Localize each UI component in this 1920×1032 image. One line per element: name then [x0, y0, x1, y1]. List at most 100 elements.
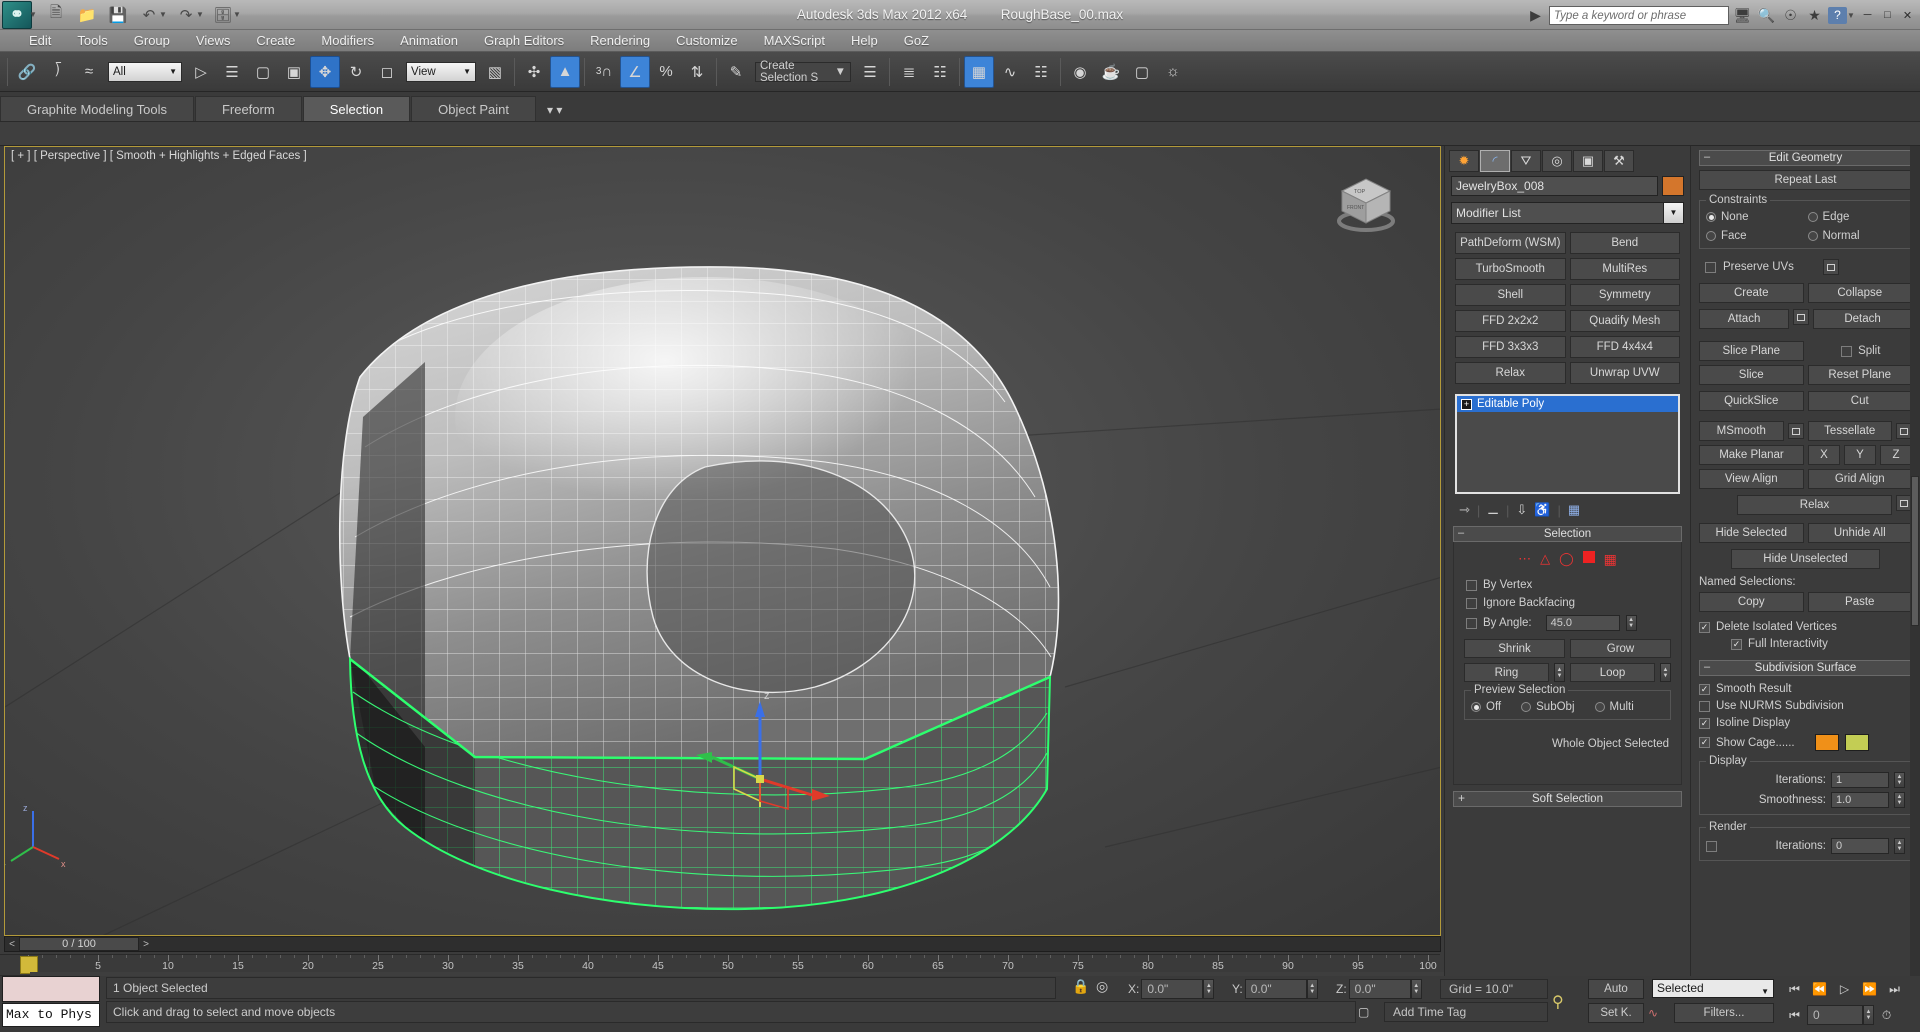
y-value[interactable]: 0.0": [1244, 979, 1307, 999]
z-value[interactable]: 0.0": [1348, 979, 1411, 999]
delete-isolated-vertices-checkbox[interactable]: ✓: [1699, 621, 1710, 633]
constraint-normal-option[interactable]: Normal: [1807, 230, 1906, 242]
expand-plus-icon[interactable]: +: [1458, 792, 1465, 805]
vertex-icon[interactable]: ⋯: [1518, 551, 1531, 568]
percent-snap-toggle-icon[interactable]: %: [651, 56, 681, 88]
time-tag-icon[interactable]: ▢: [1358, 1002, 1380, 1022]
utilities-tab[interactable]: ⚒: [1604, 150, 1634, 172]
ring-spinner[interactable]: ▲ ▼: [1554, 663, 1565, 682]
play-animation-icon[interactable]: ▷: [1832, 977, 1857, 1001]
menu-item-maxscript[interactable]: MAXScript: [751, 30, 838, 52]
modifier-stack-list[interactable]: + Editable Poly: [1455, 394, 1680, 494]
rendered-frame-window-icon[interactable]: ▢: [1127, 56, 1157, 88]
select-and-link-icon[interactable]: 🔗: [12, 56, 42, 88]
object-color-swatch[interactable]: [1662, 176, 1684, 196]
isoline-display-checkbox[interactable]: ✓: [1699, 717, 1710, 729]
ignore-backfacing-row[interactable]: Ignore Backfacing: [1460, 594, 1675, 612]
go-to-start-icon[interactable]: ⏮: [1782, 977, 1807, 1001]
select-and-move-icon[interactable]: ✥: [310, 55, 340, 88]
render-iterations-value[interactable]: 0: [1831, 838, 1889, 854]
menu-item-graph-editors[interactable]: Graph Editors: [471, 30, 577, 52]
select-and-scale-icon[interactable]: ◻: [372, 56, 402, 88]
display-iterations-spinner[interactable]: ▲ ▼: [1894, 772, 1905, 788]
key-mode-toggle-icon[interactable]: ⚲: [1552, 982, 1580, 1022]
view-cube[interactable]: TOP FRONT: [1328, 169, 1404, 235]
ribbon-tab-object-paint[interactable]: Object Paint: [411, 96, 536, 121]
align-icon[interactable]: ≣: [894, 56, 924, 88]
spinner-snap-toggle-icon[interactable]: ⇅: [682, 56, 712, 88]
detach-button[interactable]: Detach: [1813, 309, 1912, 329]
constraint-face-radio[interactable]: [1706, 231, 1716, 241]
preview-multi-radio[interactable]: [1594, 702, 1605, 712]
expand-plus-icon[interactable]: +: [1461, 398, 1472, 410]
new-file-icon[interactable]: 🗎: [43, 3, 69, 27]
create-tab[interactable]: ✹: [1449, 150, 1479, 172]
customize-qat-icon[interactable]: ▼: [233, 10, 242, 19]
attach-settings-icon[interactable]: [1793, 309, 1810, 325]
display-smoothness-spinner[interactable]: ▲ ▼: [1894, 792, 1905, 808]
layer-manager-icon[interactable]: ☷: [925, 56, 955, 88]
shrink-button[interactable]: Shrink: [1464, 639, 1565, 658]
curve-editor-icon[interactable]: ∿: [995, 56, 1025, 88]
smooth-result-checkbox[interactable]: ✓: [1699, 683, 1710, 695]
menu-item-rendering[interactable]: Rendering: [577, 30, 663, 52]
make-planar-button[interactable]: Make Planar: [1699, 445, 1804, 465]
ribbon-tab-graphite-modeling-tools[interactable]: Graphite Modeling Tools: [0, 96, 194, 121]
create-button[interactable]: Create: [1699, 283, 1804, 303]
maxscript-mini-listener[interactable]: [2, 976, 100, 1002]
show-cage-checkbox[interactable]: ✓: [1699, 737, 1710, 748]
z-spinner[interactable]: ▲ ▼: [1410, 979, 1422, 999]
motion-tab[interactable]: ◎: [1542, 150, 1572, 172]
command-panel-scrollbar[interactable]: [1910, 146, 1920, 976]
help-icon[interactable]: ?: [1828, 6, 1847, 24]
app-menu-caret-icon[interactable]: ▼: [29, 10, 38, 19]
by-angle-checkbox[interactable]: [1466, 617, 1477, 629]
modify-tab[interactable]: ◜: [1480, 150, 1510, 172]
repeat-last-button[interactable]: Repeat Last: [1699, 170, 1912, 190]
render-iterations-spinner[interactable]: ▲ ▼: [1894, 838, 1905, 854]
ring-button[interactable]: Ring: [1464, 663, 1549, 682]
msmooth-settings-icon[interactable]: [1787, 423, 1804, 439]
select-by-name-icon[interactable]: ☰: [217, 56, 247, 88]
scrollbar-thumb[interactable]: [1911, 476, 1919, 626]
menu-item-goz[interactable]: GoZ: [891, 30, 942, 52]
select-and-manipulate-icon[interactable]: ✣: [519, 56, 549, 88]
by-vertex-checkbox[interactable]: [1466, 579, 1477, 591]
edit-named-selection-sets-icon[interactable]: ✎: [721, 56, 751, 88]
hide-selected-button[interactable]: Hide Selected: [1699, 523, 1804, 543]
open-file-icon[interactable]: 📁: [74, 3, 100, 27]
show-end-result-icon[interactable]: ⚊: [1487, 502, 1499, 518]
preview-multi-option[interactable]: Multi: [1594, 701, 1634, 713]
snaps-toggle-icon[interactable]: 3 ∩: [589, 56, 619, 88]
use-pivot-point-center-icon[interactable]: ▧: [480, 56, 510, 88]
ribbon-tab-freeform[interactable]: Freeform: [194, 96, 302, 121]
view-align-button[interactable]: View Align: [1699, 469, 1804, 489]
slice-plane-button[interactable]: Slice Plane: [1699, 341, 1804, 361]
selection-rollout-header[interactable]: – Selection: [1453, 526, 1682, 542]
quickslice-button[interactable]: QuickSlice: [1699, 391, 1804, 411]
key-mode-icon[interactable]: ⏮: [1782, 1003, 1807, 1027]
modifier-button-quadify-mesh[interactable]: Quadify Mesh: [1569, 310, 1680, 332]
constraint-face-option[interactable]: Face: [1706, 230, 1804, 242]
cut-button[interactable]: Cut: [1807, 391, 1912, 411]
communication-center-icon[interactable]: 🖥: [1732, 5, 1753, 26]
make-planar-y-button[interactable]: Y: [1843, 445, 1876, 465]
graphite-modeling-tools-icon[interactable]: ▦: [964, 55, 994, 88]
split-checkbox[interactable]: [1841, 345, 1853, 357]
select-object-icon[interactable]: ▷: [186, 56, 216, 88]
render-iterations-checkbox[interactable]: [1706, 840, 1717, 852]
perspective-viewport[interactable]: [ + ] [ Perspective ] [ Smooth + Highlig…: [4, 146, 1441, 936]
menu-item-help[interactable]: Help: [838, 30, 891, 52]
modifier-button-bend[interactable]: Bend: [1569, 232, 1680, 254]
remove-modifier-icon[interactable]: ♿: [1534, 502, 1550, 518]
collapse-icon[interactable]: –: [1704, 660, 1710, 674]
full-interactivity-checkbox[interactable]: ✓: [1731, 638, 1742, 650]
auto-key-button[interactable]: Auto: [1588, 979, 1644, 999]
modifier-button-unwrap-uvw[interactable]: Unwrap UVW: [1569, 362, 1680, 384]
unlink-selection-icon[interactable]: ⟌: [43, 56, 73, 88]
modifier-button-ffd-2x2x2[interactable]: FFD 2x2x2: [1455, 310, 1566, 332]
rectangular-selection-region-icon[interactable]: ▢: [248, 56, 278, 88]
subdivision-surface-rollout-header[interactable]: – Subdivision Surface: [1699, 660, 1912, 676]
collapse-icon[interactable]: –: [1704, 150, 1710, 164]
menu-item-customize[interactable]: Customize: [663, 30, 750, 52]
